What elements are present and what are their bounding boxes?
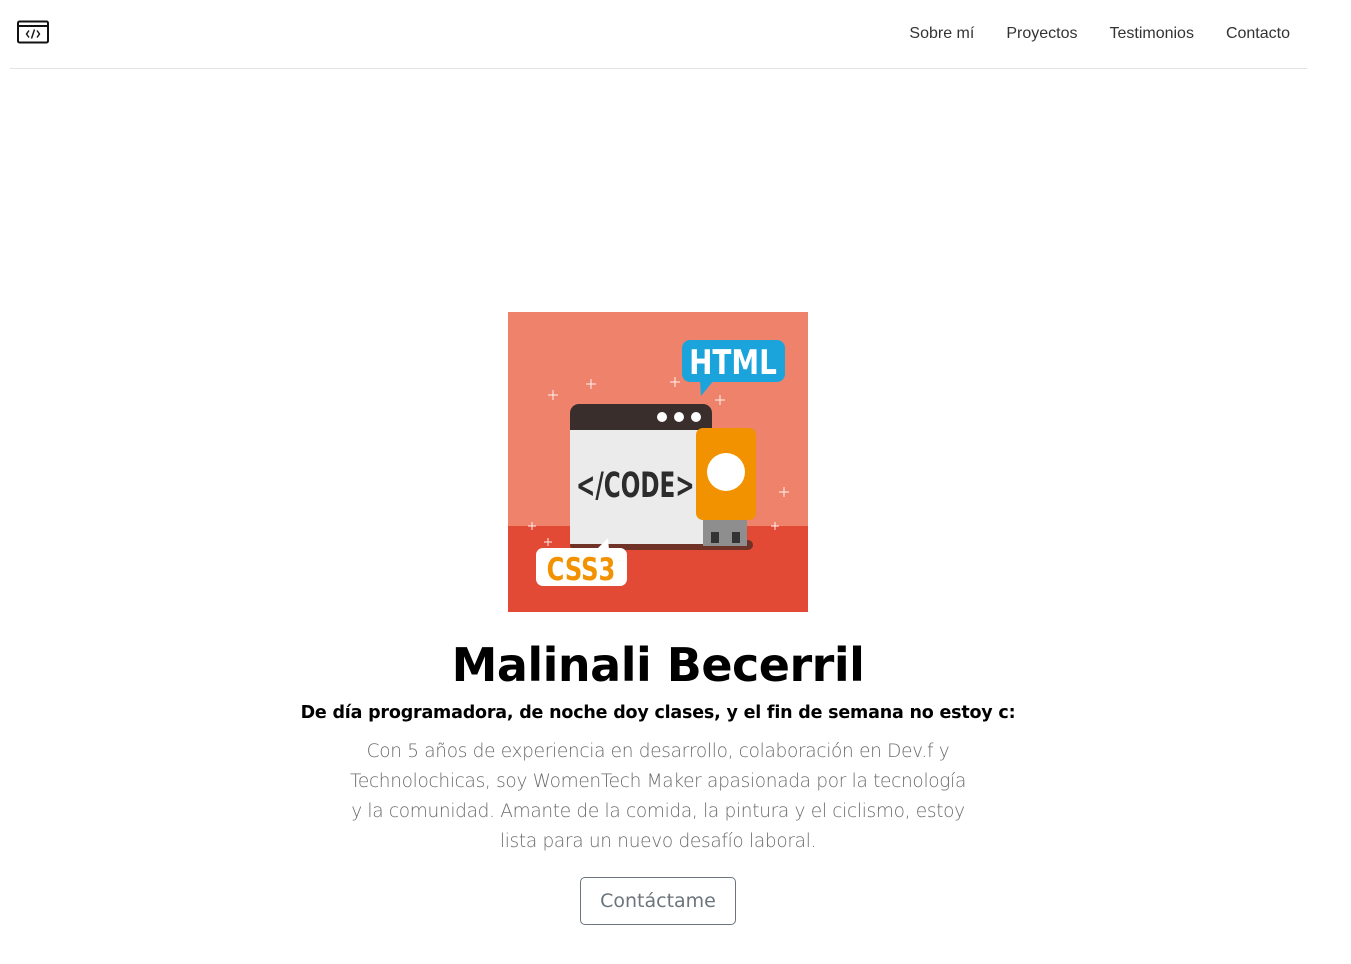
css3-label: CSS3 bbox=[547, 551, 616, 588]
nav-link-proyectos[interactable]: Proyectos bbox=[1006, 25, 1077, 43]
contact-button[interactable]: Contáctame bbox=[580, 877, 736, 925]
nav-link-contacto[interactable]: Contacto bbox=[1226, 25, 1290, 43]
code-window-icon[interactable] bbox=[17, 20, 49, 44]
usb-stick bbox=[696, 428, 756, 546]
hero-name: Malinali Becerril bbox=[451, 638, 865, 692]
nav-link-sobre-mi[interactable]: Sobre mí bbox=[909, 25, 974, 43]
hero-description: Con 5 años de experiencia en desarrollo,… bbox=[350, 741, 966, 852]
code-window: </CODE> bbox=[570, 404, 712, 544]
code-illustration: HTML </CODE> CSS3 bbox=[508, 312, 808, 612]
code-label: </CODE> bbox=[576, 464, 695, 505]
navbar: Sobre mí Proyectos Testimonios Contacto bbox=[10, 0, 1307, 69]
nav-link-testimonios[interactable]: Testimonios bbox=[1109, 25, 1193, 43]
nav-links: Sobre mí Proyectos Testimonios Contacto bbox=[877, 0, 1290, 68]
hero-tagline: De día programadora, de noche doy clases… bbox=[300, 703, 1016, 723]
html-label: HTML bbox=[689, 343, 777, 382]
